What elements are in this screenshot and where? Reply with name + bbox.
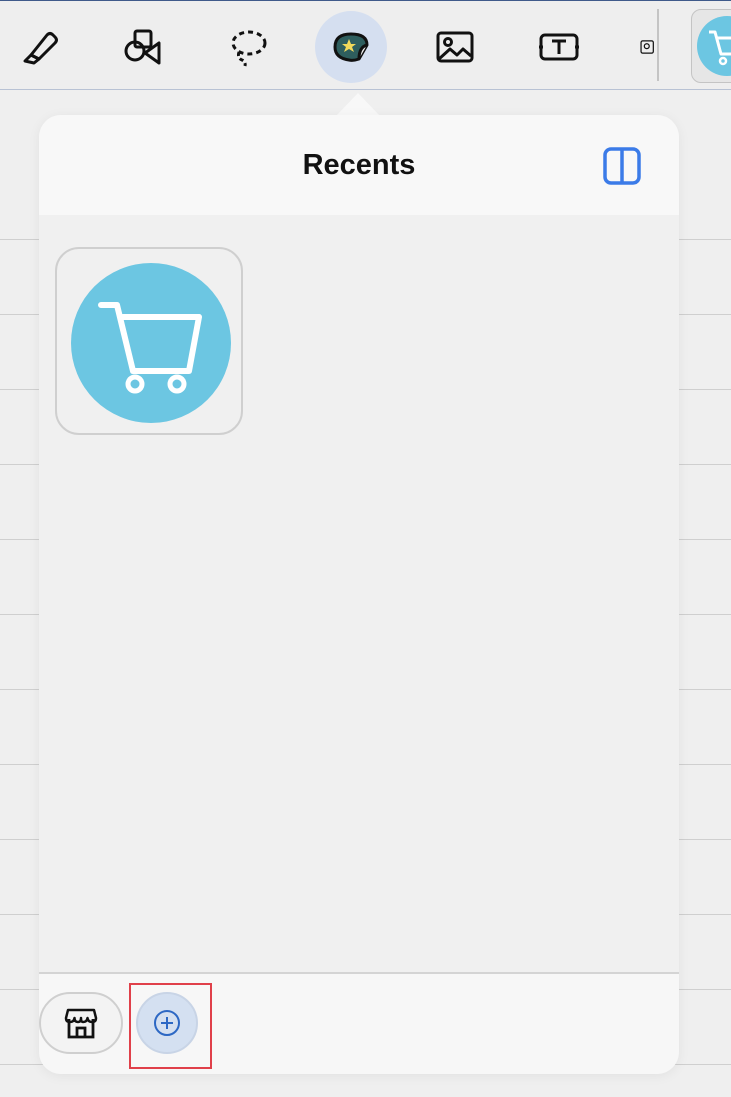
text-box-icon xyxy=(539,33,579,61)
popover-header: Recents xyxy=(39,115,679,215)
shopping-cart-icon xyxy=(71,263,231,423)
image-tool[interactable] xyxy=(419,11,491,83)
storefront-icon xyxy=(64,1008,98,1039)
shapes-tool[interactable] xyxy=(107,11,179,83)
camera-image-icon xyxy=(640,40,654,54)
shopping-cart-icon xyxy=(697,16,731,76)
sticker-item[interactable] xyxy=(55,247,243,435)
popover-title: Recents xyxy=(302,149,416,181)
text-tool[interactable] xyxy=(523,11,595,83)
stickers-tool[interactable] xyxy=(315,11,387,83)
sticker-icon xyxy=(333,32,369,62)
recent-sticker-shortcut[interactable] xyxy=(691,9,731,83)
highlighter-icon xyxy=(23,32,58,65)
sticker-store-button[interactable] xyxy=(39,992,123,1054)
popover-arrow xyxy=(335,93,381,117)
highlighter-tool[interactable] xyxy=(3,11,75,83)
lasso-tool[interactable] xyxy=(211,11,283,83)
image-icon xyxy=(436,31,474,63)
toolbar-divider xyxy=(657,9,659,81)
lasso-icon xyxy=(231,30,267,67)
camera-tool[interactable] xyxy=(611,11,657,83)
annotation-highlight-box xyxy=(129,983,212,1069)
shapes-icon xyxy=(124,29,161,65)
split-view-icon[interactable] xyxy=(602,146,642,186)
stickers-popover: Recents xyxy=(39,115,679,1074)
top-toolbar xyxy=(0,0,731,90)
